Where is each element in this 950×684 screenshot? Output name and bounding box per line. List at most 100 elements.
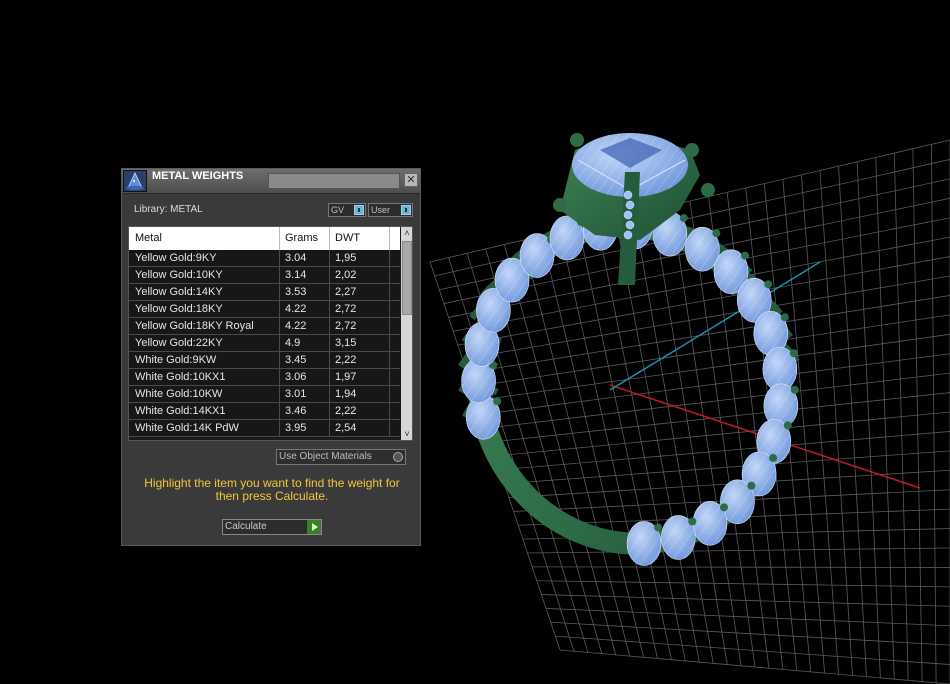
dwt-cell: 2,22: [335, 405, 357, 417]
dwt-cell: 2,22: [335, 354, 357, 366]
toggle-switch-icon: [354, 205, 364, 215]
column-divider: [389, 227, 390, 250]
cell-divider: [279, 369, 280, 385]
grid-line: [504, 450, 950, 485]
use-object-materials-option[interactable]: Use Object Materials: [276, 449, 406, 465]
cell-divider: [279, 352, 280, 368]
cell-divider: [279, 301, 280, 317]
scroll-thumb[interactable]: [402, 241, 412, 315]
dwt-cell: 1,95: [335, 252, 357, 264]
cell-divider: [389, 420, 390, 436]
table-row[interactable]: White Gold:10KW 3.01 1,94: [129, 386, 400, 403]
metal-name-cell: Yellow Gold:10KY: [135, 269, 223, 281]
table-row[interactable]: Yellow Gold:18KY 4.22 2,72: [129, 301, 400, 318]
cell-divider: [329, 352, 330, 368]
cell-divider: [279, 386, 280, 402]
table-row[interactable]: White Gold:9KW 3.45 2,22: [129, 352, 400, 369]
grid-line: [801, 174, 839, 675]
calculate-button[interactable]: Calculate: [222, 519, 322, 535]
grid-line: [541, 594, 950, 607]
scroll-down-icon[interactable]: ˅: [401, 428, 412, 440]
list-rows: Yellow Gold:9KY 3.04 1,95 Yellow Gold:10KY 3…: [129, 250, 400, 437]
dwt-cell: 2,27: [335, 286, 357, 298]
dwt-cell: 2,02: [335, 269, 357, 281]
metal-name-cell: White Gold:10KX1: [135, 371, 226, 383]
scroll-up-icon[interactable]: ˄: [401, 227, 412, 239]
metal-name-cell: White Gold:14K PdW: [135, 422, 239, 434]
cell-divider: [389, 403, 390, 419]
cell-divider: [279, 403, 280, 419]
column-divider: [329, 227, 330, 250]
dwt-cell: 2,72: [335, 320, 357, 332]
grid-line: [550, 621, 950, 646]
panel-title-bar[interactable]: METAL WEIGHTS ✕: [122, 169, 420, 194]
metal-name-cell: Yellow Gold:14KY: [135, 286, 223, 298]
instruction-text: Highlight the item you want to find the …: [144, 476, 400, 503]
cell-divider: [389, 301, 390, 317]
grams-cell: 3.04: [285, 252, 307, 264]
metal-name-cell: White Gold:14KX1: [135, 405, 226, 417]
column-header-dwt[interactable]: DWT: [335, 232, 360, 244]
table-row[interactable]: Yellow Gold:10KY 3.14 2,02: [129, 267, 400, 284]
prong: [790, 385, 799, 394]
table-row[interactable]: White Gold:14K PdW 3.95 2,54: [129, 420, 400, 437]
gv-toggle[interactable]: GV: [328, 203, 366, 217]
metal-name-cell: Yellow Gold:9KY: [135, 252, 217, 264]
wizard-hat-icon: [123, 170, 147, 192]
close-icon[interactable]: ✕: [404, 173, 418, 187]
prong: [780, 313, 789, 322]
table-row[interactable]: Yellow Gold:9KY 3.04 1,95: [129, 250, 400, 267]
prong: [493, 397, 502, 406]
cell-divider: [389, 250, 390, 266]
cell-divider: [329, 267, 330, 283]
grid-line: [499, 431, 950, 471]
cell-divider: [389, 284, 390, 300]
radio-icon[interactable]: [393, 452, 403, 462]
library-label: Library: METAL: [134, 204, 203, 215]
metal-name-cell: White Gold:10KW: [135, 388, 223, 400]
prong: [789, 349, 798, 358]
cell-divider: [329, 318, 330, 334]
grams-cell: 4.22: [285, 303, 307, 315]
title-bar-strip: [268, 173, 400, 189]
dwt-cell: 3,15: [335, 337, 357, 349]
list-header: Metal Grams DWT: [129, 227, 400, 250]
grams-cell: 4.22: [285, 320, 307, 332]
column-divider: [279, 227, 280, 250]
column-header-grams[interactable]: Grams: [285, 232, 318, 244]
gv-toggle-label: GV: [331, 205, 345, 215]
table-row[interactable]: White Gold:10KX1 3.06 1,97: [129, 369, 400, 386]
prong: [719, 503, 728, 512]
grams-cell: 3.46: [285, 405, 307, 417]
user-toggle-label: User: [371, 205, 391, 215]
metal-name-cell: Yellow Gold:18KY: [135, 303, 223, 315]
cell-divider: [389, 335, 390, 351]
table-row[interactable]: Yellow Gold:22KY 4.9 3,15: [129, 335, 400, 352]
dwt-cell: 1,97: [335, 371, 357, 383]
grid-line: [819, 170, 853, 676]
list-scrollbar[interactable]: ˄ ˅: [401, 227, 412, 440]
column-header-metal[interactable]: Metal: [135, 232, 162, 244]
grams-cell: 3.45: [285, 354, 307, 366]
grams-cell: 3.06: [285, 371, 307, 383]
table-row[interactable]: White Gold:14KX1 3.46 2,22: [129, 403, 400, 420]
dwt-cell: 1,94: [335, 388, 357, 400]
cell-divider: [329, 301, 330, 317]
metal-weights-panel: METAL WEIGHTS ✕ Library: METAL GV User M…: [121, 168, 421, 546]
metal-name-cell: Yellow Gold:22KY: [135, 337, 223, 349]
table-row[interactable]: Yellow Gold:14KY 3.53 2,27: [129, 284, 400, 301]
user-toggle[interactable]: User: [368, 203, 413, 217]
grams-cell: 3.01: [285, 388, 307, 400]
grid-line: [559, 649, 950, 684]
cell-divider: [329, 369, 330, 385]
prong: [764, 280, 773, 289]
metal-list[interactable]: Metal Grams DWT Yellow Gold:9KY 3.04 1,95 Y…: [128, 226, 413, 441]
table-row[interactable]: Yellow Gold:18KY Royal 4.22 2,72: [129, 318, 400, 335]
cell-divider: [329, 335, 330, 351]
dwt-cell: 2,54: [335, 422, 357, 434]
grams-cell: 4.9: [285, 337, 301, 349]
cell-divider: [279, 250, 280, 266]
grid-line: [856, 161, 881, 678]
prong: [712, 229, 721, 238]
metal-name-cell: White Gold:9KW: [135, 354, 217, 366]
